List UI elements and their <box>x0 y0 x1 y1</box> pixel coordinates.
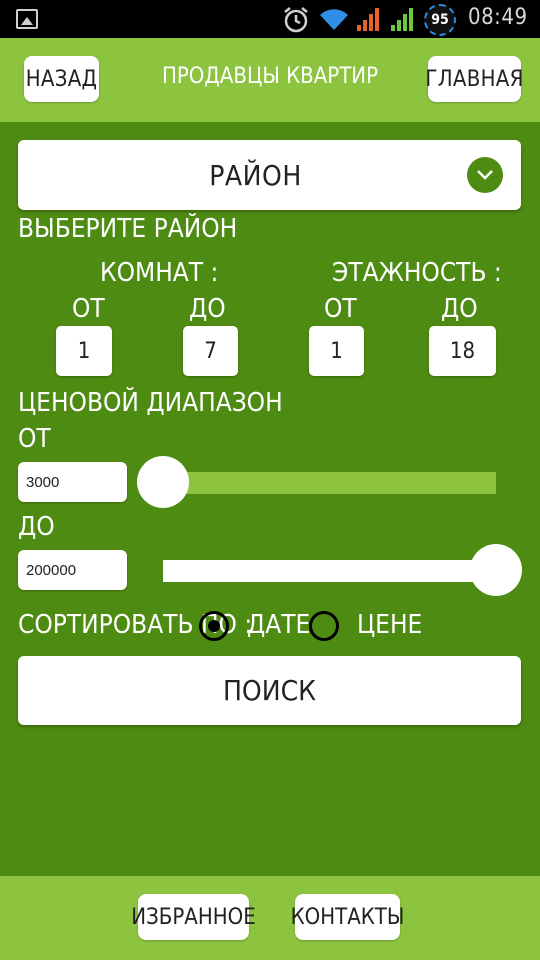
district-hint: ВЫБЕРИТЕ РАЙОН <box>18 214 238 244</box>
wifi-icon <box>320 9 348 31</box>
sort-by-date-radio[interactable] <box>199 611 229 641</box>
floors-to-label: ДО <box>441 294 478 324</box>
floors-to-input[interactable]: 18 <box>429 326 496 376</box>
sort-by-price-radio[interactable] <box>309 611 339 641</box>
floors-from-label: ОТ <box>324 294 357 324</box>
price-from-slider-handle[interactable] <box>137 456 189 508</box>
search-button[interactable]: ПОИСК <box>18 656 521 725</box>
rooms-from-input[interactable]: 1 <box>56 326 112 376</box>
status-bar <box>0 0 540 38</box>
price-from-slider[interactable] <box>163 472 496 494</box>
battery-level: 95 <box>431 12 449 28</box>
signal-icon <box>357 8 379 31</box>
rooms-label: КОМНАТ : <box>100 258 219 288</box>
sort-by-date-label[interactable]: ДАТЕ <box>247 610 310 640</box>
price-to-slider[interactable] <box>163 560 496 582</box>
image-icon <box>16 9 38 29</box>
district-dropdown[interactable]: РАЙОН <box>18 140 521 210</box>
chevron-down-icon <box>467 157 503 193</box>
clock: 08:49 <box>468 5 528 30</box>
price-from-label: ОТ <box>18 424 51 454</box>
page-title: ПРОДАВЦЫ КВАРТИР <box>161 64 379 89</box>
floors-from-input[interactable]: 1 <box>309 326 364 376</box>
price-to-label: ДО <box>18 512 55 542</box>
price-to-input[interactable] <box>18 550 127 590</box>
floors-label: ЭТАЖНОСТЬ : <box>332 258 502 288</box>
district-dropdown-label: РАЙОН <box>209 158 302 192</box>
battery-icon: 95 <box>424 4 456 36</box>
alarm-icon <box>284 7 308 33</box>
price-from-input[interactable] <box>18 462 127 502</box>
back-button[interactable]: НАЗАД <box>24 56 99 102</box>
signal-icon <box>391 8 413 31</box>
rooms-to-input[interactable]: 7 <box>183 326 238 376</box>
rooms-to-label: ДО <box>189 294 226 324</box>
home-button[interactable]: ГЛАВНАЯ <box>425 56 523 102</box>
sort-by-price-label[interactable]: ЦЕНЕ <box>357 610 422 640</box>
price-to-slider-handle[interactable] <box>470 544 522 596</box>
price-range-label: ЦЕНОВОЙ ДИАПАЗОН <box>18 388 283 418</box>
favorites-button[interactable]: ИЗБРАННОЕ <box>131 894 256 940</box>
footer-bar <box>0 876 540 960</box>
rooms-from-label: ОТ <box>72 294 105 324</box>
contacts-button[interactable]: КОНТАКТЫ <box>291 894 404 940</box>
